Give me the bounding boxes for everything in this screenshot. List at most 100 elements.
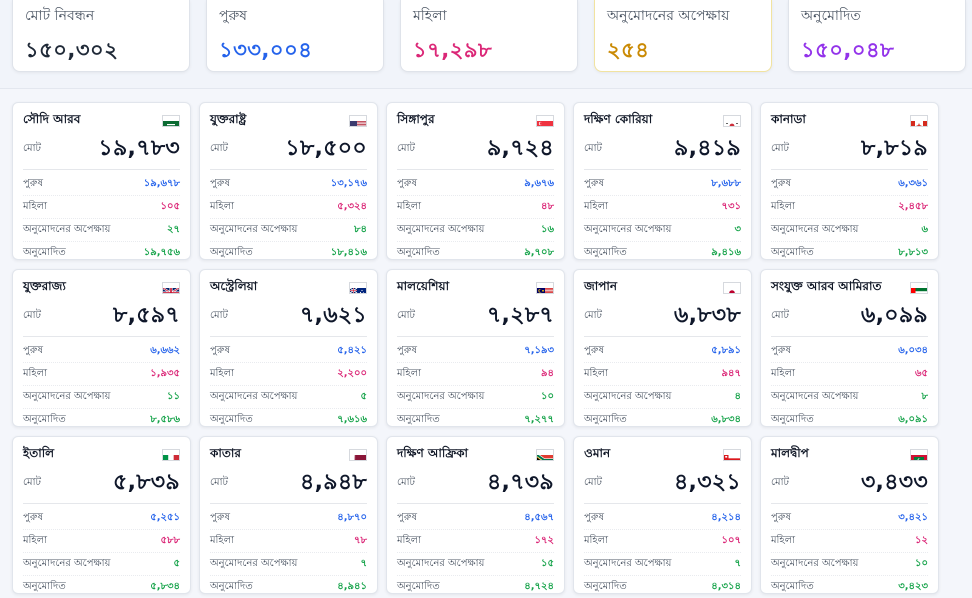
stat-row-female: মহিলা৯৪৭ (584, 363, 741, 386)
stat-row-approved: অনুমোদিত৬,০৯১ (771, 409, 928, 431)
total-value: ৩,৪৩৩ (861, 465, 928, 502)
stat-value-approved: ৪,৭২৪ (524, 579, 554, 596)
stat-value-pending: ১১ (167, 389, 180, 406)
stat-row-approved: অনুমোদিত ৯,৭০৮ (397, 242, 554, 264)
stat-value-pending: ২৭ (167, 222, 180, 239)
country-card: মালদ্বীপমোট৩,৪৩৩পুরুষ৩,৪২১মহিলা১২অনুমোদন… (760, 436, 939, 594)
country-card: সংযুক্ত আরব আমিরাতমোট৬,০৯৯পুরুষ৬,০৩৪মহিল… (760, 269, 939, 427)
country-card: মালয়েশিয়ামোট৭,২৮৭পুরুষ৭,১৯৩মহিলা৯৪অনুম… (386, 269, 565, 427)
stat-value-approved: ৮,৮১৩ (898, 245, 928, 262)
total-label: মোট (23, 141, 41, 158)
stat-row-pending: অনুমোদনের অপেক্ষায়১৬ (397, 219, 554, 242)
card-header: যুক্তরাজ্য (23, 278, 180, 298)
card-header: দক্ষিণ আফ্রিকা (397, 445, 554, 465)
stat-row-pending: অনুমোদনের অপেক্ষায়৭ (210, 553, 367, 576)
country-card: কানাডামোট৮,৮১৯পুরুষ৬,৩৬১মহিলা২,৪৫৮অনুমোদ… (760, 102, 939, 260)
stat-value-male: ৮,৬৮৮ (711, 176, 741, 193)
country-card: দক্ষিণ কোরিয়ামোট৯,৪১৯পুরুষ৮,৬৮৮মহিলা৭৩১… (573, 102, 752, 260)
stat-label-pending: অনুমোদনের অপেক্ষায় (771, 389, 858, 406)
stat-row-approved: অনুমোদিত৩,৪২৩ (771, 576, 928, 598)
stat-row-male: পুরুষ৬,৬৬২ (23, 340, 180, 363)
stat-value-pending: ৬ (921, 222, 928, 239)
stat-row-female: মহিলা২,৪৫৮ (771, 196, 928, 219)
total-row: মোট৯,৭২৪ (397, 133, 554, 165)
total-label: মোট (23, 308, 41, 325)
stat-label-approved: অনুমোদিত (771, 245, 814, 262)
total-value: ১৯,৭৮৩ (98, 131, 180, 168)
total-label: মোট (584, 475, 602, 492)
stat-label-approved: অনুমোদিত (210, 412, 253, 429)
stat-row-approved: অনুমোদিত৫,৮৩৪ (23, 576, 180, 598)
stat-row-approved: অনুমোদিত৯,৪১৬ (584, 242, 741, 264)
stat-value-approved: ৭,৬১৬ (337, 412, 367, 429)
summary-card-male: পুরুষ১৩৩,০০৪ (206, 0, 384, 72)
divider (23, 503, 180, 504)
total-value: ৪,৭৩৯ (487, 465, 554, 502)
stat-label-approved: অনুমোদিত (210, 579, 253, 596)
stat-value-approved: ৭,২৭৭ (524, 412, 554, 429)
stat-label-pending: অনুমোদনের অপেক্ষায় (584, 222, 671, 239)
total-value: ৬,০৯৯ (861, 298, 928, 335)
card-header: অস্ট্রেলিয়া (210, 278, 367, 298)
stat-label-approved: অনুমোদিত (397, 245, 440, 262)
divider (584, 336, 741, 337)
uk-flag-icon (162, 282, 180, 294)
stat-value-female: ১০৭ (722, 533, 742, 550)
stat-label-female: মহিলা (771, 533, 795, 550)
summary-label: মহিলা (413, 4, 565, 28)
stat-value-male: ৫,৪২১ (337, 343, 367, 360)
divider (397, 503, 554, 504)
stat-row-male: পুরুষ৫,২৫১ (23, 507, 180, 530)
stat-row-male: পুরুষ৪,২১৪ (584, 507, 741, 530)
stat-row-pending: অনুমোদনের অপেক্ষায়৮৪ (210, 219, 367, 242)
stat-label-pending: অনুমোদনের অপেক্ষায় (23, 222, 110, 239)
stat-row-female: মহিলা৯৪ (397, 363, 554, 386)
stat-row-female: মহিলা৭৮ (210, 530, 367, 553)
summary-label: অনুমোদিত (801, 4, 953, 28)
total-value: ৯,৪১৯ (674, 131, 741, 168)
stat-row-female: মহিলা১২ (771, 530, 928, 553)
summary-row: মোট নিবন্ধন১৫০,৩০২পুরুষ১৩৩,০০৪মহিলা১৭,২৯… (12, 0, 972, 74)
total-value: ৭,৬২১ (300, 298, 367, 335)
stat-label-female: মহিলা (210, 366, 234, 383)
stat-label-female: মহিলা (397, 199, 421, 216)
stat-row-male: পুরুষ১৯,৬৭৮ (23, 173, 180, 196)
total-value: ১৮,৫০০ (285, 131, 367, 168)
total-row: মোট ১৯,৭৮৩ (23, 133, 180, 165)
stat-row-pending: অনুমোদনের অপেক্ষায়৪ (584, 386, 741, 409)
stat-row-male: পুরুষ ৮,৬৮৮ (584, 173, 741, 196)
stat-value-male: ৬,০৩৪ (898, 343, 928, 360)
card-header: যুক্তরাষ্ট্র (210, 111, 367, 131)
country-card: সিঙ্গাপুরমোট৯,৭২৪পুরুষ৯,৬৭৬মহিলা৪৮অনুমোদ… (386, 102, 565, 260)
stat-row-pending: অনুমোদনের অপেক্ষায়৭ (584, 553, 741, 576)
summary-card-approved: অনুমোদিত১৫০,০৪৮ (788, 0, 966, 72)
stat-value-male: ১৯,৬৭৮ (144, 176, 180, 193)
stat-value-female: ৫৮৮ (161, 533, 180, 550)
card-header: দক্ষিণ কোরিয়া (584, 111, 741, 131)
total-value: ৪,৯৪৮ (300, 465, 367, 502)
divider (397, 336, 554, 337)
stat-label-approved: অনুমোদিত (397, 412, 440, 429)
stat-label-male: পুরুষ (584, 176, 604, 193)
card-header: সংযুক্ত আরব আমিরাত (771, 278, 928, 298)
stat-value-pending: ৮ (922, 389, 929, 406)
stat-label-male: পুরুষ (23, 343, 43, 360)
stat-label-pending: অনুমোদনের অপেক্ষায় (771, 222, 858, 239)
stat-value-approved: ৯,৭০৮ (524, 245, 554, 262)
card-header: কাতার (210, 445, 367, 465)
stat-value-female: ৭৮ (354, 533, 367, 550)
country-card: অস্ট্রেলিয়ামোট৭,৬২১পুরুষ৫,৪২১মহিলা২,২০০… (199, 269, 378, 427)
stat-label-pending: অনুমোদনের অপেক্ষায় (584, 389, 671, 406)
divider (23, 169, 180, 170)
stat-row-female: মহিলা১০৫ (23, 196, 180, 219)
stat-row-female: মহিলা১০৭ (584, 530, 741, 553)
total-label: মোট (584, 141, 602, 158)
stat-value-female: ৭৩১ (722, 199, 742, 216)
stat-value-pending: ১০ (541, 389, 554, 406)
country-name: ইতালি (23, 445, 54, 465)
summary-card-female: মহিলা১৭,২৯৮ (400, 0, 578, 72)
divider (771, 169, 928, 170)
stat-row-pending: অনুমোদনের অপেক্ষায়৩ (584, 219, 741, 242)
divider (771, 336, 928, 337)
stat-label-female: মহিলা (771, 366, 795, 383)
